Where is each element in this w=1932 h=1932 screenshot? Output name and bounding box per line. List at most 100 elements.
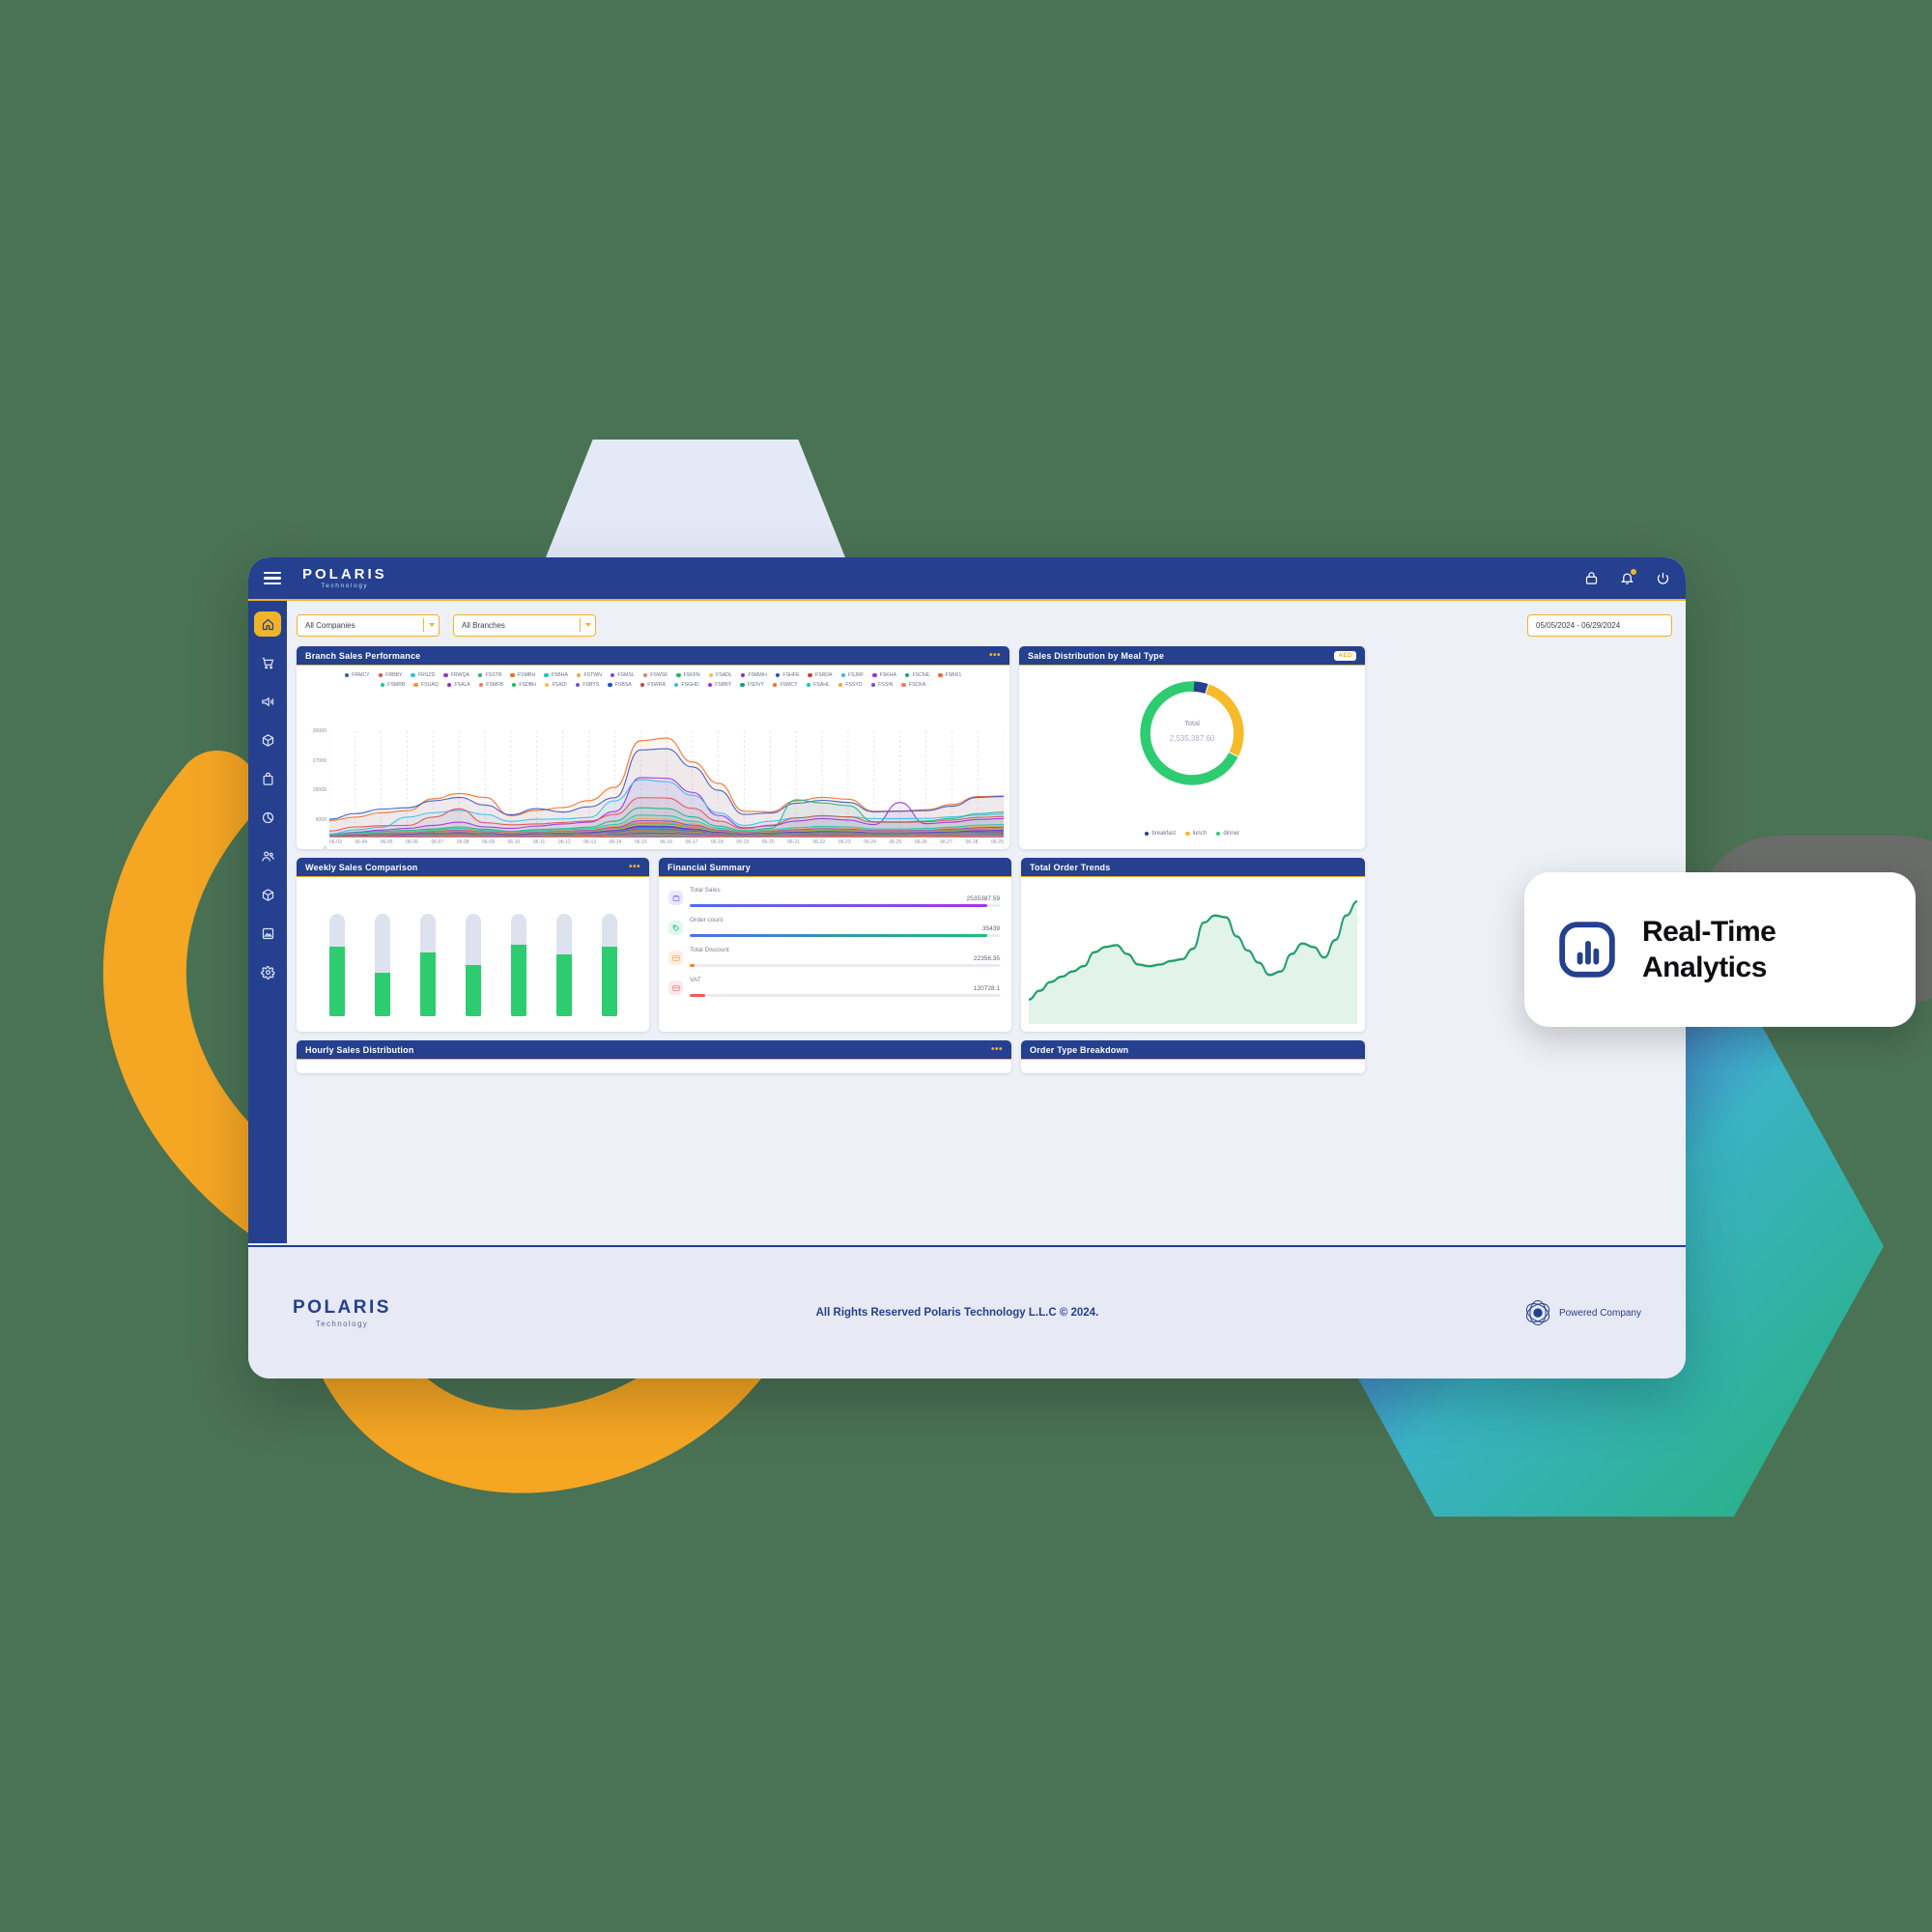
bar-chart-icon xyxy=(1559,922,1615,978)
donut-legend-item[interactable]: lunch xyxy=(1185,831,1207,837)
legend-color-dot xyxy=(1144,831,1150,837)
donut-legend-item[interactable]: breakfast xyxy=(1144,831,1176,837)
legend-item[interactable]: FSSYD xyxy=(838,682,863,688)
legend-item[interactable]: FSBYS xyxy=(575,682,599,688)
legend-item[interactable]: FSMBH xyxy=(510,672,535,678)
legend-item[interactable]: FSKHA xyxy=(872,672,896,678)
legend-color-dot xyxy=(938,672,943,678)
date-range-input[interactable]: 05/05/2024 - 06/29/2024 xyxy=(1527,613,1672,637)
donut-slice[interactable] xyxy=(1191,681,1208,695)
legend-item[interactable]: FSDVY xyxy=(740,682,764,688)
sidebar-item-products[interactable] xyxy=(254,727,281,753)
legend-item[interactable]: FSSIN xyxy=(870,682,893,688)
date-range-value: 05/05/2024 - 06/29/2024 xyxy=(1536,620,1621,630)
bar-track[interactable] xyxy=(510,914,526,1016)
legend-item[interactable]: FSGHD xyxy=(673,682,699,688)
bar-track[interactable] xyxy=(465,914,481,1016)
currency-badge[interactable]: AED xyxy=(1334,650,1356,661)
sidebar-item-inventory[interactable] xyxy=(254,766,281,791)
legend-color-dot xyxy=(676,672,681,678)
legend-item[interactable]: FSJRF xyxy=(840,672,864,678)
bar-track[interactable] xyxy=(374,914,390,1016)
legend-label: FSMFB xyxy=(486,682,503,688)
legend-item[interactable]: FSBHA xyxy=(544,672,568,678)
legend-item[interactable]: FRSZD xyxy=(411,672,435,678)
x-tick-label: 06-15 xyxy=(634,839,647,845)
x-axis-labels: 06-03 06-04 06-05 06-06 06-07 06-08 06-09 06-10… xyxy=(329,839,1004,849)
legend-item[interactable]: FSADL xyxy=(708,672,732,678)
legend-item[interactable]: FSBSA xyxy=(608,682,632,688)
sidebar-item-orders[interactable] xyxy=(254,650,281,675)
bar-track[interactable] xyxy=(555,914,572,1016)
bar-track[interactable] xyxy=(328,914,345,1016)
legend-item[interactable]: FSKFN xyxy=(676,672,700,678)
legend-label: FSCKA xyxy=(908,682,926,688)
hamburger-icon[interactable] xyxy=(264,571,281,585)
bar-fill xyxy=(374,973,390,1016)
legend-item[interactable]: FRBBY xyxy=(378,672,402,678)
legend-item[interactable]: FSDBH xyxy=(511,682,536,688)
legend-item[interactable]: FSMWH xyxy=(740,672,767,678)
card-icon xyxy=(668,980,683,995)
chevron-down-icon xyxy=(585,623,591,627)
legend-item[interactable]: FSBR1 xyxy=(938,672,961,678)
legend-item[interactable]: FSMSL xyxy=(610,672,635,678)
legend-color-dot xyxy=(478,682,484,688)
legend-color-dot xyxy=(610,672,615,678)
card-title: Hourly Sales Distribution xyxy=(305,1044,414,1055)
legend-item[interactable]: FSAHL xyxy=(806,682,830,688)
legend-item[interactable]: FSTWN xyxy=(576,672,602,678)
legend-item[interactable]: FRMCY xyxy=(344,672,370,678)
bar-track[interactable] xyxy=(601,914,617,1016)
legend-item[interactable]: FSADI xyxy=(544,682,567,688)
legend-label: dinner xyxy=(1223,831,1240,837)
card-title: Sales Distribution by Meal Type xyxy=(1028,650,1165,661)
legend-color-dot xyxy=(510,672,515,678)
legend-color-dot xyxy=(575,682,581,688)
footer-copyright: All Rights Reserved Polaris Technology L… xyxy=(815,1307,1099,1319)
legend-item[interactable]: FSUAQ xyxy=(413,682,439,688)
legend-color-dot xyxy=(639,682,645,688)
sidebar-item-media[interactable] xyxy=(254,921,281,946)
legend-item[interactable]: FSMFB xyxy=(478,682,503,688)
card-body xyxy=(1021,1060,1365,1073)
legend-color-dot xyxy=(708,672,714,678)
bell-icon[interactable] xyxy=(1620,569,1636,585)
legend-item[interactable]: FSWRA xyxy=(639,682,666,688)
legend-label: FSMRB xyxy=(387,682,406,688)
order-trends-card: Total Order Trends xyxy=(1021,858,1365,1032)
sidebar-item-shipments[interactable] xyxy=(254,882,281,907)
sidebar-item-reports[interactable] xyxy=(254,805,281,830)
sidebar-item-home[interactable] xyxy=(254,611,281,637)
bar-track[interactable] xyxy=(419,914,436,1016)
sidebar-item-customers[interactable] xyxy=(254,843,281,868)
legend-label: FSADI xyxy=(552,682,567,688)
legend-color-dot xyxy=(775,672,781,678)
legend-color-dot xyxy=(413,682,418,688)
legend-item[interactable]: FSCKA xyxy=(901,682,925,688)
donut-legend-item[interactable]: dinner xyxy=(1215,831,1240,837)
legend-item[interactable]: FSMRB xyxy=(380,682,406,688)
legend-item[interactable]: FSHFE xyxy=(775,672,799,678)
company-select[interactable]: All Companies xyxy=(297,613,440,637)
sidebar-item-settings[interactable] xyxy=(254,959,281,984)
legend-item[interactable]: FRWQA xyxy=(443,672,469,678)
power-icon[interactable] xyxy=(1656,571,1670,585)
legend-item[interactable]: FSBBY xyxy=(707,682,731,688)
legend-item[interactable]: FSRDA xyxy=(808,672,833,678)
branch-select[interactable]: All Branches xyxy=(453,613,596,637)
y-axis-labels: 0 9000 18000 27000 36000 xyxy=(297,728,329,849)
legend-color-dot xyxy=(840,672,846,678)
legend-item[interactable]: FSSTR xyxy=(477,672,501,678)
x-tick-label: 06-19 xyxy=(736,839,750,845)
legend-item[interactable]: FSALA xyxy=(446,682,470,688)
lock-icon[interactable] xyxy=(1584,571,1599,585)
sidebar-item-marketing[interactable] xyxy=(254,689,281,714)
bar-fill xyxy=(555,954,572,1016)
x-tick-label: 06-04 xyxy=(355,839,368,845)
legend-item[interactable]: FSMCY xyxy=(772,682,798,688)
legend-item[interactable]: FSCNE xyxy=(904,672,929,678)
legend-item[interactable]: FSWS6 xyxy=(642,672,668,678)
legend-label: FSMSL xyxy=(617,672,635,678)
dashboard-row-3: Hourly Sales Distribution ••• Order Type… xyxy=(297,1040,1672,1073)
